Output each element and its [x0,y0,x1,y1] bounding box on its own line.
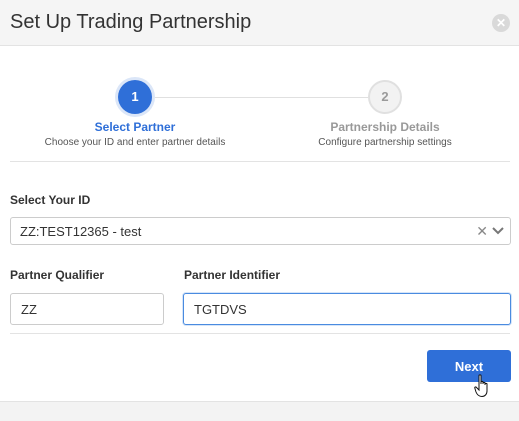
hand-pointer-icon [474,374,488,398]
your-id-label: Select Your ID [10,193,91,207]
stepper: 1 2 Select Partner Choose your ID and en… [0,80,519,160]
step-2-title: Partnership Details [330,120,440,134]
close-icon[interactable]: ✕ [492,14,510,32]
step-1-title: Select Partner [94,120,176,134]
dialog-header: Set Up Trading Partnership ✕ [0,0,519,46]
your-id-value: ZZ:TEST12365 - test [20,224,142,239]
partner-qualifier-label: Partner Qualifier [10,268,105,282]
partner-identifier-input[interactable] [183,293,511,325]
step-2-description: Configure partnership settings [318,137,452,148]
your-id-select[interactable]: ZZ:TEST12365 - test ✕ [10,217,511,245]
step-1-description: Choose your ID and enter partner details [44,137,226,148]
setup-dialog: Set Up Trading Partnership ✕ 1 2 Select … [0,0,519,401]
partner-qualifier-input[interactable] [10,293,164,325]
stepper-connector [152,97,368,98]
footer-divider [10,333,510,334]
next-button[interactable]: Next [427,350,511,382]
partner-identifier-label: Partner Identifier [184,268,281,282]
step-2-circle[interactable]: 2 [368,80,402,114]
clear-icon[interactable]: ✕ [476,223,488,240]
step-1-circle[interactable]: 1 [118,80,152,114]
chevron-down-icon[interactable] [492,226,504,236]
divider [10,161,510,162]
dialog-footer-bar [0,401,519,421]
dialog-title: Set Up Trading Partnership [10,11,252,33]
